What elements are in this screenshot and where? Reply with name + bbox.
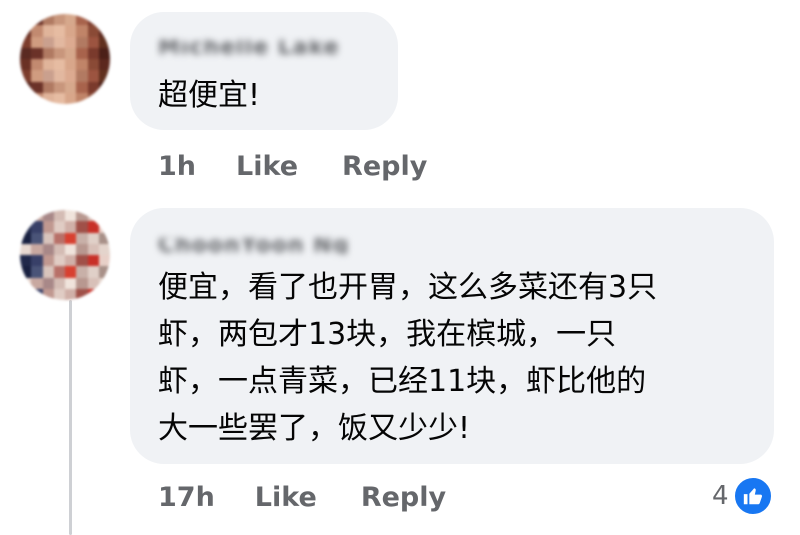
reaction-count: 4 (712, 481, 729, 511)
author-name[interactable]: Michelle Lake (158, 40, 376, 56)
comment-thread: Michelle Lake 超便宜! 1h Like Reply ChoonYo… (0, 0, 800, 535)
avatar[interactable] (20, 210, 110, 300)
comment-actions: 17h Like Reply (158, 479, 490, 515)
avatar[interactable] (20, 14, 110, 104)
comment-text: 超便宜! (158, 78, 261, 113)
author-name[interactable]: ChoonYoon Ng (158, 238, 390, 254)
comment-text: 便宜，看了也开胃，这么多菜还有3只 虾，两包才13块，我在槟城，一只 虾，一点青… (158, 270, 658, 446)
like-button[interactable]: Like (255, 482, 317, 513)
reply-button[interactable]: Reply (342, 151, 427, 182)
timestamp[interactable]: 17h (158, 482, 215, 513)
comment-actions: 1h Like Reply (158, 148, 471, 184)
timestamp[interactable]: 1h (158, 151, 196, 182)
thread-line (69, 300, 72, 535)
reaction-summary[interactable]: 4 (712, 476, 773, 516)
like-icon (732, 476, 773, 516)
reply-button[interactable]: Reply (361, 482, 446, 513)
like-button[interactable]: Like (236, 151, 298, 182)
